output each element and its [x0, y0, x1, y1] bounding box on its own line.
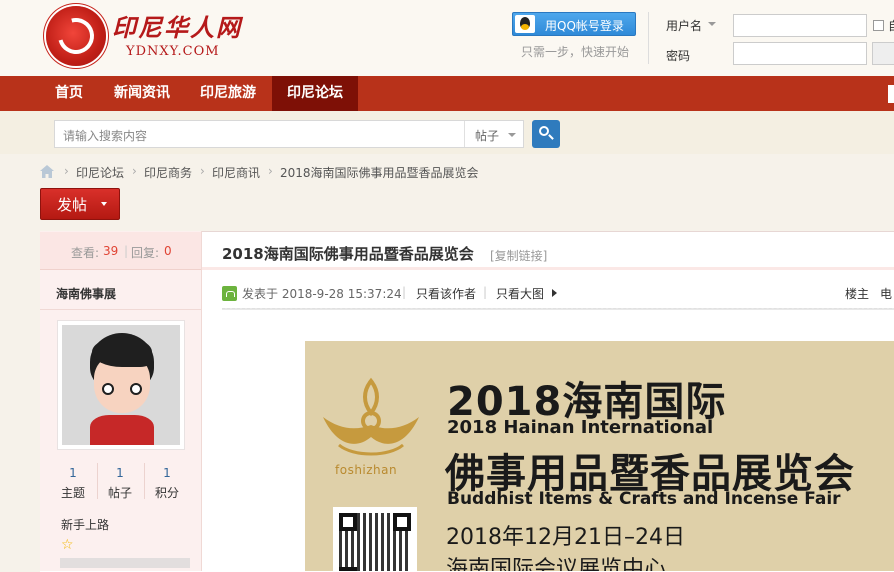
chevron-down-icon[interactable]: [708, 22, 716, 26]
copy-link-button[interactable]: [复制链接]: [490, 247, 547, 264]
qr-finder: [393, 513, 411, 531]
qr-code-icon: [333, 507, 417, 571]
avatar-shirt: [90, 415, 154, 445]
level-progress-bar: [60, 558, 190, 568]
author-points-count[interactable]: 1: [144, 466, 190, 480]
breadcrumb-business-news[interactable]: 印尼商讯: [212, 164, 260, 181]
qr-finder: [339, 513, 357, 531]
poster-brand: foshizhan: [335, 463, 398, 477]
views-label: 查看:: [71, 246, 100, 260]
post-timestamp: 发表于 2018-9-28 15:37:24: [242, 287, 402, 301]
search-type-select[interactable]: 帖子: [475, 127, 499, 144]
online-status-icon: [222, 286, 237, 301]
qr-finder: [339, 567, 357, 571]
lotus-logo-icon: [323, 377, 419, 456]
search-placeholder: 请输入搜索内容: [63, 129, 148, 143]
site-logo-text[interactable]: 印尼华人网: [112, 8, 242, 43]
author-posts-count[interactable]: 1: [97, 466, 143, 480]
chevron-down-icon[interactable]: [508, 133, 516, 137]
only-author-link[interactable]: 只看该作者: [416, 285, 476, 302]
qq-login-label: 用QQ帐号登录: [545, 19, 624, 33]
floor-label: 楼主: [845, 287, 870, 301]
author-points-label: 积分: [154, 486, 179, 500]
replies-count: 0: [164, 244, 172, 258]
search-input[interactable]: 请输入搜索内容 帖子: [54, 120, 524, 148]
author-threads-label: 主题: [60, 486, 85, 500]
meta-separator: |: [402, 285, 407, 299]
login-button[interactable]: [872, 42, 894, 65]
star-icon: ☆: [61, 537, 74, 553]
breadcrumb-separator: ›: [132, 164, 137, 178]
user-level[interactable]: 新手上路: [61, 516, 109, 533]
author-name[interactable]: 海南佛事展: [56, 285, 116, 302]
author-divider: [40, 309, 201, 310]
views-count: 39: [103, 244, 119, 258]
meta-divider: [222, 308, 894, 310]
nav-home[interactable]: 首页: [40, 76, 98, 111]
avatar-eye: [102, 383, 114, 395]
main-nav: 首页 新闻资讯 印尼旅游 印尼论坛: [0, 76, 894, 111]
replies-label: 回复:: [131, 246, 160, 260]
qq-login-hint: 只需一步，快速开始: [521, 45, 630, 59]
password-label: 密码: [666, 49, 691, 63]
search-button[interactable]: [532, 120, 560, 148]
author-posts-label: 帖子: [107, 486, 132, 500]
breadcrumb-business[interactable]: 印尼商务: [144, 164, 192, 181]
avatar-image: [62, 325, 180, 445]
floor-next-link[interactable]: 电: [880, 285, 892, 302]
breadcrumb-separator: ›: [64, 164, 69, 178]
header-divider: [648, 12, 649, 64]
breadcrumb-separator: ›: [268, 164, 273, 178]
auto-login-checkbox[interactable]: [873, 20, 884, 31]
chevron-down-icon: [101, 202, 107, 206]
poster-title-en-1: 2018 Hainan International: [447, 417, 714, 438]
poster-title-en-2: Buddhist Items & Crafts and Incense Fair: [447, 489, 841, 509]
nav-forum[interactable]: 印尼论坛: [272, 76, 358, 111]
auto-login-label: 自: [888, 17, 894, 34]
nav-travel[interactable]: 印尼旅游: [186, 76, 270, 111]
qq-penguin-icon: [515, 15, 535, 33]
qq-login-button[interactable]: 用QQ帐号登录: [512, 12, 636, 36]
poster-venue: 海南国际会议展览中心: [446, 557, 667, 571]
username-type-selector[interactable]: 用户名: [666, 17, 702, 34]
avatar[interactable]: [57, 320, 185, 450]
thread-stats: [40, 232, 201, 270]
thread-title: 2018海南国际佛事用品暨香品展览会: [222, 245, 474, 263]
site-logo-domain[interactable]: YDNXY.COM: [126, 44, 220, 59]
avatar-eye: [130, 383, 142, 395]
password-input[interactable]: [733, 42, 867, 65]
meta-separator: |: [483, 285, 488, 299]
new-post-label: 发帖: [57, 196, 88, 214]
breadcrumb-separator: ›: [200, 164, 205, 178]
new-post-button[interactable]: 发帖: [40, 188, 120, 220]
breadcrumb-current-thread[interactable]: 2018海南国际佛事用品暨香品展览会: [280, 164, 479, 181]
avatar-fringe: [92, 337, 152, 367]
event-poster-image[interactable]: foshizhan 2018海南国际 2018 Hainan Internati…: [305, 341, 894, 571]
breadcrumb-forum[interactable]: 印尼论坛: [76, 164, 124, 181]
home-icon[interactable]: [40, 165, 54, 178]
username-input[interactable]: [733, 14, 867, 37]
search-divider: [464, 121, 465, 147]
nav-right-button[interactable]: [888, 85, 894, 103]
nav-news[interactable]: 新闻资讯: [100, 76, 184, 111]
only-big-image-link[interactable]: 只看大图: [496, 285, 544, 302]
stats-separator: |: [124, 244, 129, 258]
poster-date: 2018年12月21日–24日: [446, 525, 685, 550]
play-arrow-icon[interactable]: [552, 289, 557, 297]
author-threads-count[interactable]: 1: [50, 466, 96, 480]
